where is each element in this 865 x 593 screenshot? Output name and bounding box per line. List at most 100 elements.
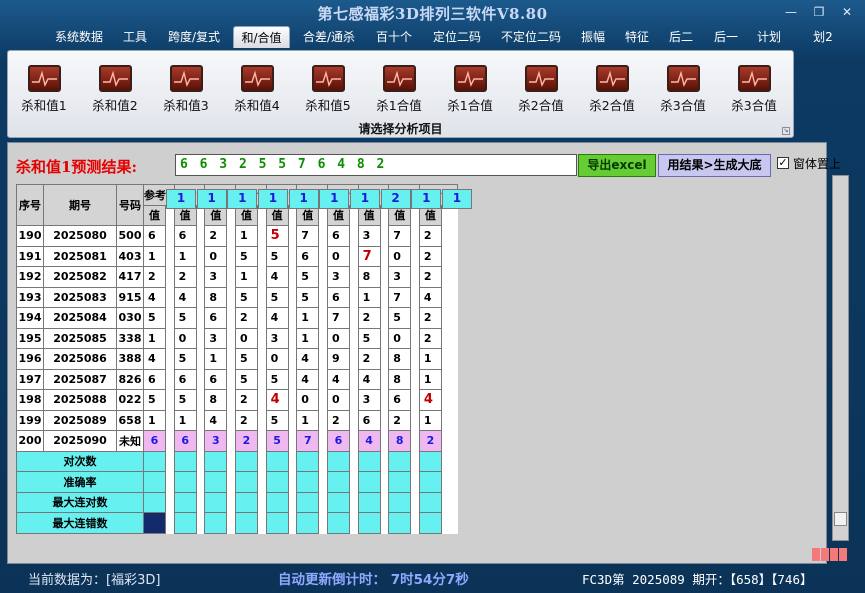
chart-icon xyxy=(169,65,203,92)
row-value: 0 xyxy=(326,327,350,349)
row-value: 2 xyxy=(418,327,442,349)
group-expand-icon[interactable]: ↘ xyxy=(782,127,790,135)
minimize-icon[interactable]: — xyxy=(780,4,802,20)
row-period: 2025088 xyxy=(43,389,117,411)
tab-non-position-two[interactable]: 不定位二码 xyxy=(494,26,568,48)
row-period: 2025086 xyxy=(43,348,117,370)
tab-digits[interactable]: 百十个 xyxy=(368,26,420,48)
stats-spacer xyxy=(265,512,289,534)
stats-spacer xyxy=(388,450,412,472)
stats-spacer xyxy=(326,512,350,534)
toolbar-button-label: 杀2合值 xyxy=(589,98,635,113)
tab-position-two[interactable]: 定位二码 xyxy=(425,26,489,48)
generate-base-button[interactable]: 用结果>生成大底 xyxy=(658,154,771,177)
table-row[interactable]: 19220250824172对2对3对1对4对5对3对8对3对2对 xyxy=(16,188,472,288)
toolbar-button-3[interactable]: 杀和值3 xyxy=(156,65,216,115)
row-value: 1 xyxy=(418,368,442,390)
status-draw: FC3D第 2025089 期开：【658】【746】 xyxy=(582,572,813,587)
table-row[interactable]: 19520250853381对0对3对0对3对1对0对5对0对2对 xyxy=(16,188,472,349)
toolbar-button-10[interactable]: 杀3合值 xyxy=(653,65,713,115)
row-value: 6 xyxy=(326,225,350,247)
toolbar-button-1[interactable]: 杀和值1 xyxy=(14,65,74,115)
toolbar-button-11[interactable]: 杀3合值 xyxy=(724,65,784,115)
prediction-numbers[interactable]: 6 6 3 2 5 5 7 6 4 8 2 xyxy=(175,154,577,176)
row-value: 5 xyxy=(173,348,197,370)
row-value: 5 xyxy=(265,225,289,247)
tab-plan[interactable]: 计划 xyxy=(751,26,787,48)
row-value: 6 xyxy=(143,368,166,390)
row-period: 2025085 xyxy=(43,327,117,349)
toolbar-button-2[interactable]: 杀和值2 xyxy=(85,65,145,115)
table-row[interactable]: 19820250880225对5对8对2对40对0对3对6对4 xyxy=(16,188,472,411)
vertical-scrollbar[interactable] xyxy=(832,175,849,541)
toolbar-button-4[interactable]: 杀和值4 xyxy=(227,65,287,115)
pending-row[interactable]: 2002025090未知6未知6未知3未知2未知5未知7未知6未知4未知8未知2… xyxy=(16,188,472,452)
tab-tools[interactable]: 工具 xyxy=(115,26,155,48)
row-value: 2 xyxy=(204,225,228,247)
row-value: 5 xyxy=(357,327,381,349)
table-row[interactable]: 19620250863884对5对1对5对0对4对9对2对8对1对 xyxy=(16,188,472,370)
tab-features[interactable]: 特征 xyxy=(618,26,656,48)
row-period: 2025083 xyxy=(43,286,117,308)
toolbar-button-7[interactable]: 杀1合值 xyxy=(440,65,500,115)
row-value: 2 xyxy=(418,266,442,288)
table-row[interactable]: 19020250805006对6对2对1对57对6对3对7对2对 xyxy=(16,188,472,247)
tab-last-two[interactable]: 后二 xyxy=(661,26,701,48)
row-period: 2025089 xyxy=(43,409,117,431)
row-value: 3 xyxy=(357,225,381,247)
stats-value: 1 xyxy=(166,188,196,209)
row-seq: 191 xyxy=(16,245,44,267)
tab-span[interactable]: 跨度/复式 xyxy=(160,26,228,48)
row-value: 4 xyxy=(143,348,166,370)
scrollbar-thumb[interactable] xyxy=(834,512,847,526)
toolbar-button-8[interactable]: 杀2合值 xyxy=(511,65,571,115)
table-row[interactable]: 19920250896581对1对4对2对5对1对2对6对2对1对 xyxy=(16,188,472,431)
stats-spacer xyxy=(296,471,320,493)
pending-value: 5 xyxy=(265,430,289,452)
toolbar-button-9[interactable]: 杀2合值 xyxy=(582,65,642,115)
table-row[interactable]: 19120250814031对1对0对5对5对6对0对70对2对 xyxy=(16,188,472,267)
row-value: 1 xyxy=(234,266,258,288)
header-value: 值 xyxy=(143,204,166,226)
group-caption: 请选择分析项目 xyxy=(358,122,443,136)
row-value: 2 xyxy=(418,245,442,267)
row-period: 2025087 xyxy=(43,368,117,390)
row-seq: 196 xyxy=(16,348,44,370)
row-seq: 197 xyxy=(16,368,44,390)
row-value: 5 xyxy=(143,307,166,329)
row-value: 0 xyxy=(326,245,350,267)
stats-spacer xyxy=(234,450,258,472)
table-row[interactable]: 19720250878266对6对6对5对5对4对4对4对8对1对 xyxy=(16,188,472,390)
tab-system-data[interactable]: 系统数据 xyxy=(48,26,110,48)
row-value: 4 xyxy=(418,286,442,308)
export-excel-button[interactable]: 导出excel xyxy=(578,154,656,177)
stats-spacer xyxy=(173,491,197,513)
row-number: 022 xyxy=(116,389,144,411)
stats-spacer xyxy=(204,491,228,513)
row-number: 030 xyxy=(116,307,144,329)
tab-last-one[interactable]: 后一 xyxy=(706,26,746,48)
row-number: 417 xyxy=(116,266,144,288)
row-number: 388 xyxy=(116,348,144,370)
tab-amplitude[interactable]: 振幅 xyxy=(573,26,613,48)
row-value: 8 xyxy=(357,266,381,288)
pending-value: 2 xyxy=(418,430,442,452)
row-number: 658 xyxy=(116,409,144,431)
row-value: 0 xyxy=(388,327,412,349)
toolbar-button-5[interactable]: 杀和值5 xyxy=(298,65,358,115)
table-row[interactable]: 19420250840305对5对6对2对4对1对7对2对5对2对 xyxy=(16,188,472,329)
toolbar: 杀和值1 杀和值2 杀和值3 杀和值4 杀和值5 杀1合值 杀1合值 杀2合值 杀2合值 杀3合值… xyxy=(7,50,794,138)
tab-sum[interactable]: 和/合值 xyxy=(233,26,290,48)
close-icon[interactable]: ✕ xyxy=(836,4,858,20)
topmost-checkbox[interactable]: ✓ xyxy=(777,157,789,169)
row-value: 0 xyxy=(265,348,289,370)
restore-icon[interactable]: ❐ xyxy=(808,4,830,20)
toolbar-button-6[interactable]: 杀1合值 xyxy=(369,65,429,115)
tab-plan2[interactable]: 划2 xyxy=(808,26,838,48)
row-value: 1 xyxy=(418,348,442,370)
progress-indicator xyxy=(812,546,849,561)
row-value: 6 xyxy=(388,389,412,411)
tab-sum-diff[interactable]: 合差/通杀 xyxy=(295,26,363,48)
table-row[interactable]: 19320250839154对4对8对5对5对5对6对1对7对4对 xyxy=(16,188,472,308)
row-value: 6 xyxy=(296,245,320,267)
